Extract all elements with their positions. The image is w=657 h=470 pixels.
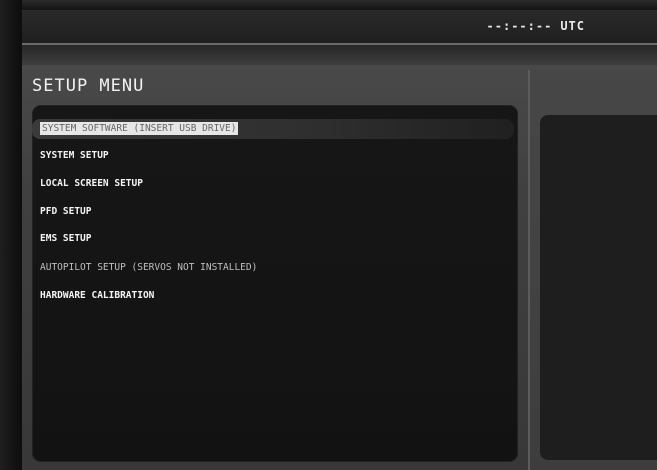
clock-unit: UTC	[560, 19, 585, 33]
menu-title: SETUP MENU	[32, 76, 145, 96]
menu-item-label: SYSTEM SOFTWARE (INSERT USB DRIVE)	[40, 122, 239, 135]
utc-clock: --:--:-- UTC	[487, 19, 585, 33]
status-bar: --:--:-- UTC	[22, 10, 657, 44]
display-bezel-left	[0, 0, 22, 470]
setup-menu-panel: SETUP MENU SYSTEM SOFTWARE (INSERT USB D…	[28, 70, 524, 470]
display-screen: --:--:-- UTC SETUP MENU SYSTEM SOFTWARE (…	[22, 10, 657, 470]
menu-item-label: LOCAL SCREEN SETUP	[40, 178, 143, 189]
menu-item-ems-setup[interactable]: EMS SETUP	[40, 229, 91, 249]
side-panel-content	[540, 115, 657, 460]
menu-item-label: HARDWARE CALIBRATION	[40, 290, 155, 301]
menu-item-pfd-setup[interactable]: PFD SETUP	[40, 202, 91, 222]
menu-item-system-setup[interactable]: SYSTEM SETUP	[40, 146, 109, 166]
menu-item-system-software[interactable]: SYSTEM SOFTWARE (INSERT USB DRIVE)	[32, 119, 514, 139]
menu-item-label: EMS SETUP	[40, 233, 92, 244]
status-bar-shadow	[22, 45, 657, 65]
setup-menu-list: SYSTEM SOFTWARE (INSERT USB DRIVE) SYSTE…	[32, 105, 518, 462]
clock-time: --:--:--	[486, 19, 553, 33]
menu-item-local-screen-setup[interactable]: LOCAL SCREEN SETUP	[40, 174, 143, 194]
menu-item-label: PFD SETUP	[40, 206, 92, 217]
menu-item-hardware-calibration[interactable]: HARDWARE CALIBRATION	[40, 286, 154, 306]
display-bezel-top	[0, 0, 657, 10]
menu-item-label: AUTOPILOT SETUP (SERVOS NOT INSTALLED)	[40, 262, 258, 273]
side-panel	[528, 70, 657, 470]
menu-item-autopilot-setup: AUTOPILOT SETUP (SERVOS NOT INSTALLED)	[40, 258, 257, 278]
menu-item-label: SYSTEM SETUP	[40, 150, 109, 161]
